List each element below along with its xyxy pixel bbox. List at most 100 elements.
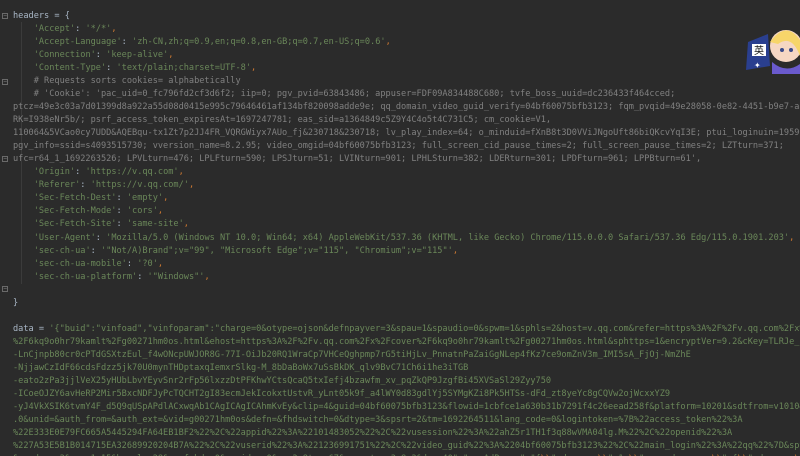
code-token: 'empty' [126,193,164,204]
code-token: 'Referer' [33,180,81,191]
assistant-avatar-icon[interactable]: 英 ✦ [742,22,800,74]
code-token: -ICoeOJZY6avHeRP2Mir5BxcNDFJyPcTQCHT2gI8… [13,388,671,399]
fold-marker-icon[interactable]: − [2,79,8,85]
code-line[interactable]: 110064&5VCao0cy7UDD&AQEBqu-tx1Zt7p2JJ4FR… [13,127,800,140]
editor-gutter [0,0,12,456]
code-token: : [126,258,138,269]
code-line[interactable]: 'Referer': 'https://v.qq.com/', [13,179,800,192]
code-token: 'cors' [126,206,158,217]
code-line[interactable]: 'Accept': '*/*', [13,23,800,36]
code-token: , [183,219,189,230]
code-token: 'keep-alive' [106,50,169,61]
code-line[interactable]: %2F6kq9o0hr79kamlt%2Fg00271hm0os.html&eh… [13,336,800,349]
code-token: 'Origin' [33,167,76,178]
code-line[interactable]: -NjjawCzIdF66cdsFdzz5jk70U0mynTHDptaxqIe… [13,362,800,375]
code-line[interactable]: ufc=r64_1_1692263526; LPVLturn=476; LPLF… [13,153,800,166]
code-token: , [188,180,195,191]
code-line[interactable]: ptcz=49e3c03a7d01399d8a922a55d08d0415e99… [13,101,800,114]
code-line[interactable]: -LnCjnpb80cr0cPTdGSXtzEul_f4wONcpUWJOR8G… [13,349,800,362]
code-token: 'Connection' [33,50,96,61]
code-line[interactable]: %227A53E5B1B014715EA32689920204B7A%22%2C… [13,440,800,453]
code-token: , [789,232,795,243]
code-line[interactable]: 'sec-ch-ua-platform': '"Windows"', [13,271,800,284]
code-line[interactable]: 'Content-Type': 'text/plain;charset=UTF-… [13,62,800,75]
code-token: 'User-Agent' [33,232,96,243]
code-token: pgv_info=ssid=s4093515730; vversion_name… [13,141,784,152]
code-token: -eato2zPa3jjlVeX25yHUbLbvYEyvSnr2rFp56lx… [13,375,552,386]
code-token: 'Mozilla/5.0 (Windows NT 10.0; Win64; x6… [106,232,790,243]
code-line[interactable]: 'User-Agent': 'Mozilla/5.0 (Windows NT 1… [13,232,800,245]
fold-marker-icon[interactable]: − [2,13,8,19]
code-token: '"Not/A)Brand";v="99", "Microsoft Edge";… [100,245,453,256]
code-token: ptcz=49e3c03a7d01399d8a922a55d08d0415e99… [13,102,800,113]
code-editor[interactable]: − − − − headers = { 'Accept': '*/*', 'Ac… [0,0,800,456]
svg-text:✦: ✦ [754,61,761,70]
code-token: , [385,37,391,48]
code-line[interactable]: -ICoeOJZY6avHeRP2Mir5BxcNDFJyPcTQCHT2gI8… [13,388,800,401]
code-token: .0&unid=&auth_from=&auth_ext=&vid=g00271… [13,414,743,425]
code-token: : [75,24,86,35]
code-token: 'Accept' [33,24,76,35]
code-line[interactable]: 'Accept-Language': 'zh-CN,zh;q=0.9,en;q=… [13,36,800,49]
code-token: '"Windows"' [147,271,205,282]
code-line[interactable]: %22E333E0E79FC665A5445294FA64EB1BF2%22%2… [13,427,800,440]
code-token: 'text/plain;charset=UTF-8' [116,63,252,74]
code-token: 'sec-ch-ua' [33,245,91,256]
code-line[interactable]: # Requests sorts cookies= alphabetically [13,75,800,88]
code-line[interactable]: -yJ4VkXSIK6tvmY4F_d5Q9qUSpAPdlACxwqAb1CA… [13,401,800,414]
code-line[interactable]: 'Sec-Fetch-Mode': 'cors', [13,205,800,218]
code-line[interactable]: 'sec-ch-ua-mobile': '?0', [13,258,800,271]
code-line[interactable]: .0&unid=&auth_from=&auth_ext=&vid=g00271… [13,414,800,427]
code-token: -LnCjnpb80cr0cPTdGSXtzEul_f4wONcpUWJOR8G… [13,349,691,360]
code-line[interactable]: # 'Cookie': 'pac_uid=0_fc796fd2cf3d6f2; … [13,88,800,101]
code-token: 'Content-Type' [33,63,107,74]
code-token: , [178,167,184,178]
fold-marker-icon[interactable]: − [2,286,8,292]
code-token: , [157,206,164,217]
code-token: 'https://v.qq.com/' [90,180,189,191]
code-token: headers = { [13,11,70,21]
svg-text:英: 英 [754,44,764,57]
code-token: : [95,50,107,61]
code-line[interactable]: RK=I938eNr5b/; psrf_access_token_expires… [13,114,800,127]
code-token: 'zh-CN,zh;q=0.9,en;q=0.8,en-GB;q=0.7,en-… [132,37,386,48]
code-token: '*/*' [85,24,112,35]
code-token: : [106,63,117,74]
code-line[interactable]: 'Sec-Fetch-Dest': 'empty', [13,192,800,205]
code-token: : [75,167,86,178]
code-token: : [95,232,107,243]
code-line[interactable]: 'sec-ch-ua': '"Not/A)Brand";v="99", "Mic… [13,245,800,258]
code-line[interactable]: } [13,297,800,310]
code-token: ufc=r64_1_1692263526; LPVLturn=476; LPLF… [13,154,702,165]
code-token: : [80,180,91,191]
code-token: : [137,271,148,282]
code-token: 'sec-ch-ua-platform' [33,271,138,282]
code-line[interactable]: 'Sec-Fetch-Site': 'same-site', [13,218,800,231]
code-token: 'same-site' [126,219,184,230]
code-token: 'sec-ch-ua-mobile' [33,258,127,269]
code-token: : [121,37,133,48]
fold-marker-icon[interactable]: − [2,156,8,162]
code-line[interactable]: pgv_info=ssid=s4093515730; vversion_name… [13,140,800,153]
code-token: , [251,63,257,74]
code-line[interactable]: data = '{"buid":"vinfoad","vinfoparam":"… [13,323,800,336]
code-line[interactable]: 'Origin': 'https://v.qq.com', [13,166,800,179]
code-token: 'Sec-Fetch-Dest' [33,193,117,204]
code-token: : [116,219,127,230]
code-line[interactable]: headers = { [13,10,800,23]
code-token: : [90,245,101,256]
code-token: RK=I938eNr5b/; psrf_access_token_expires… [13,115,552,126]
code-token: data = [13,323,50,334]
code-line[interactable] [13,310,800,323]
code-line[interactable]: -eato2zPa3jjlVeX25yHUbLbvYEyvSnr2rFp56lx… [13,375,800,388]
code-line[interactable] [13,284,800,297]
code-line[interactable]: 'Connection': 'keep-alive', [13,49,800,62]
